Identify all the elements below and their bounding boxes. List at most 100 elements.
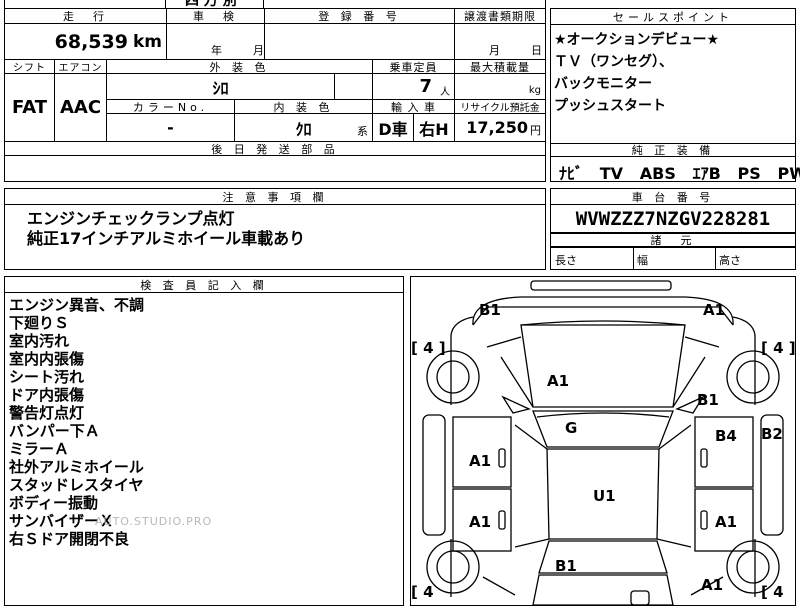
notes-header: 注 意 事 項 欄 [5, 189, 545, 205]
capacity-value: 7 [419, 76, 432, 97]
max-load-header: 最大積載量 [455, 60, 545, 74]
later-parts-header: 後 日 発 送 部 品 [5, 142, 545, 156]
tire-mark-rear-left: [ 4 [411, 583, 434, 601]
wheel-front-right [726, 350, 780, 404]
chassis-box: 車 台 番 号 WVWZZZ7NZGV228281 諸 元 長さ 幅 高さ [550, 188, 796, 270]
inspector-line: ドア内張傷 [9, 386, 85, 404]
transfer-header: 譲渡書類期限 [455, 8, 545, 24]
shift-header: シフト [5, 60, 55, 74]
equipment-item: ｴｱB [692, 164, 721, 183]
interior-color-cell: ｸﾛ 系 [235, 114, 373, 142]
color-no-value: - [107, 114, 235, 142]
note-line: 純正17インチアルミホイール車載あり [27, 229, 306, 248]
damage-code-hood: A1 [547, 372, 570, 390]
mileage-header: 走 行 [5, 8, 167, 24]
chassis-number: WVWZZZ7NZGV228281 [551, 205, 795, 233]
mileage-unit: km [132, 31, 162, 52]
equipment-item: ABS [639, 164, 676, 183]
front-bumper [530, 280, 672, 291]
recycle-value: 17,250 [466, 118, 528, 137]
capacity-cell: 7 人 [373, 74, 455, 100]
import-handle-value: 右H [414, 114, 455, 142]
dimension-length-label: 長さ [555, 254, 577, 267]
recycle-header: リサイクル預託金 [455, 100, 545, 114]
interior-color-suffix: 系 [357, 125, 368, 138]
interior-color-value: ｸﾛ [295, 119, 312, 139]
max-load-cell: kg [455, 74, 545, 100]
mileage-cell: 68,539 km [5, 24, 167, 60]
mileage-value: 68,539 [54, 30, 128, 53]
capacity-unit: 人 [440, 87, 450, 98]
inspector-line: ミラーＡ [9, 440, 70, 458]
sales-points-header: セールスポイント [551, 9, 795, 25]
shift-value: FAT [5, 74, 55, 142]
inspector-line: 室内汚れ [9, 332, 70, 350]
registration-value [265, 24, 455, 60]
exterior-color-header: 外 装 色 [107, 60, 373, 74]
sales-point-line: プッシュスタート [554, 98, 666, 114]
damage-code-windshield: G [565, 419, 578, 437]
import-header: 輸 入 車 [373, 100, 455, 114]
damage-code-fender-right: B1 [697, 391, 719, 409]
sales-points-list: ★オークションデビュー★ ＴＶ（ワンセグ）、 バックモニター プッシュスタート [554, 29, 719, 117]
notes-box: 注 意 事 項 欄 エンジンチェックランプ点灯 純正17インチアルミホイール車載… [4, 188, 546, 270]
hood-outline [520, 324, 686, 408]
sales-points-box: セールスポイント ★オークションデビュー★ ＴＶ（ワンセグ）、 バックモニター … [550, 8, 800, 183]
registration-header: 登 録 番 号 [265, 8, 455, 24]
sales-point-line: バックモニター [554, 76, 652, 92]
vehicle-info-table: 四 万 別 走 行 車 検 登 録 番 号 譲渡書類期限 68,539 km 年… [4, 0, 546, 182]
inspector-line: エンジン異音、不調 [9, 296, 145, 314]
damage-code-door-front-left: A1 [469, 452, 492, 470]
max-load-unit: kg [528, 85, 541, 96]
wheel-front-left [426, 350, 480, 404]
inspector-header: 検 査 員 記 入 欄 [5, 277, 403, 293]
inspector-line: シート汚れ [9, 368, 85, 386]
equipment-item: TV [599, 164, 624, 183]
inspector-box: 検 査 員 記 入 欄 エンジン異音、不調 下廻りＳ 室内汚れ 室内内張傷 シー… [4, 276, 404, 606]
color-no-header: カラーNo. [107, 100, 235, 114]
damage-code-door-rear-left: A1 [469, 513, 492, 531]
inspector-line: 社外アルミホイール [9, 458, 144, 476]
transfer-month-label: 月 [489, 44, 500, 57]
damage-code-tailgate: B1 [555, 557, 577, 575]
rear-bumper [630, 590, 650, 605]
inspector-list: エンジン異音、不調 下廻りＳ 室内汚れ 室内内張傷 シート汚れ ドア内張傷 警告… [9, 296, 144, 548]
capacity-header: 乗車定員 [373, 60, 455, 74]
equipment-item: PW [777, 164, 800, 183]
tire-mark-front-left: [ 4 ] [411, 339, 446, 357]
chassis-header: 車 台 番 号 [551, 189, 795, 205]
damage-code-roof: U1 [593, 487, 616, 505]
equipment-item: PS [737, 164, 761, 183]
transfer-cell: 月 日 [455, 24, 545, 60]
recycle-cell: 17,250 円 [455, 114, 545, 142]
inspector-line: 警告灯点灯 [9, 404, 85, 422]
import-drive-value: D車 [373, 114, 414, 142]
mirror-left [501, 395, 531, 414]
inspector-line: スタッドレスタイヤ [9, 476, 144, 494]
damage-code-front-right: A1 [703, 301, 726, 319]
damage-code-front-left: B1 [479, 301, 501, 319]
damage-code-rear-right: A1 [701, 576, 724, 594]
later-parts-value [5, 156, 545, 180]
tire-mark-front-right: [ 4 ] [761, 339, 796, 357]
side-sill-left [422, 414, 446, 536]
inspection-year-label: 年 [211, 44, 222, 57]
transfer-day-label: 日 [531, 44, 542, 57]
dimension-height-label: 高さ [719, 254, 741, 267]
exterior-color-value: ｼﾛ [107, 74, 335, 100]
inspector-line: バンパー下Ａ [9, 422, 100, 440]
dimensions-header: 諸 元 [551, 233, 795, 247]
car-diagram [422, 280, 784, 605]
inspector-line: ボディー振動 [9, 494, 98, 512]
damage-code-door-rear-right: A1 [715, 513, 738, 531]
recycle-unit: 円 [530, 123, 541, 137]
equipment-list: ﾅﾋﾞ TV ABS ｴｱB PS PW [559, 160, 800, 184]
inspector-line: 下廻りＳ [9, 314, 70, 332]
aircon-value: AAC [55, 74, 107, 142]
notes-list: エンジンチェックランプ点灯 純正17インチアルミホイール車載あり [27, 209, 305, 249]
tire-mark-rear-right: [ 4 [761, 583, 784, 601]
dimension-width-label: 幅 [637, 254, 648, 267]
exterior-color-extra [335, 74, 373, 100]
inspector-line: 室内内張傷 [9, 350, 85, 368]
inspector-line: 右Ｓドア開閉不良 [9, 530, 130, 548]
